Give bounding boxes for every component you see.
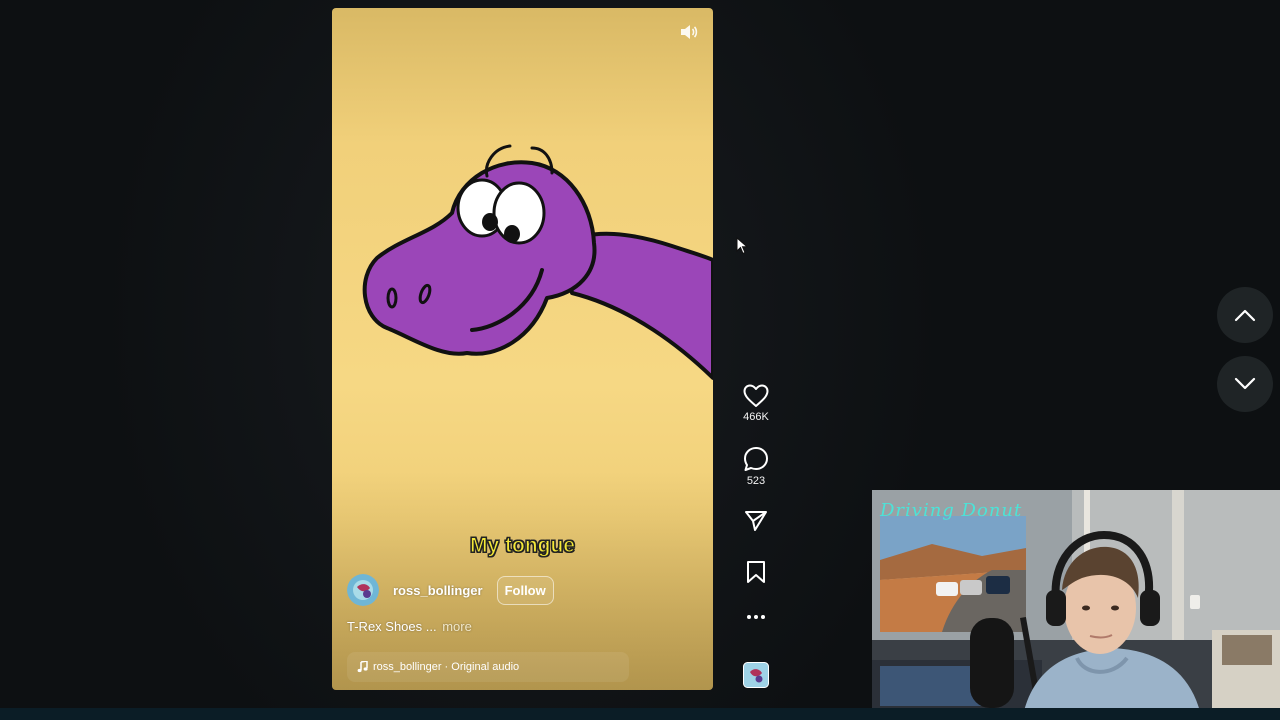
bottom-strip bbox=[0, 708, 1280, 720]
bookmark-icon bbox=[747, 561, 765, 583]
webcam-overlay-title: Driving Donut bbox=[880, 500, 1023, 521]
mouse-cursor bbox=[736, 237, 748, 255]
audio-thumbnail[interactable] bbox=[732, 662, 780, 688]
chevron-down-icon bbox=[1234, 377, 1256, 390]
like-count: 466K bbox=[743, 411, 769, 423]
volume-icon bbox=[681, 25, 698, 39]
video-frame-dinosaur bbox=[362, 144, 713, 380]
like-button[interactable]: 466K bbox=[732, 384, 780, 423]
more-icon bbox=[747, 615, 765, 619]
video-caption: My tongue bbox=[470, 534, 576, 558]
share-button[interactable] bbox=[732, 510, 780, 532]
more-options-button[interactable] bbox=[732, 614, 780, 620]
save-button[interactable] bbox=[732, 560, 780, 584]
streamer-webcam-overlay: Driving Donut bbox=[872, 490, 1280, 720]
reel-description: T-Rex Shoes ... more bbox=[347, 619, 698, 634]
reel-meta: ross_bollinger Follow T-Rex Shoes ... mo… bbox=[347, 574, 698, 634]
webcam-scene bbox=[872, 490, 1280, 720]
audio-text: ross_bollinger · Original audio bbox=[373, 661, 520, 673]
music-note-icon bbox=[357, 661, 368, 673]
previous-reel-button[interactable] bbox=[1217, 287, 1273, 343]
share-icon bbox=[745, 511, 767, 531]
comment-button[interactable]: 523 bbox=[732, 446, 780, 487]
reel-video[interactable]: My tongue ross_bollinger Follow T-Rex Sh… bbox=[332, 8, 713, 690]
chevron-up-icon bbox=[1234, 309, 1256, 322]
more-link[interactable]: more bbox=[442, 619, 472, 634]
description-text: T-Rex Shoes ... bbox=[347, 619, 437, 634]
heart-icon bbox=[743, 384, 769, 407]
comment-icon bbox=[744, 447, 768, 471]
author-username[interactable]: ross_bollinger bbox=[393, 583, 483, 598]
author-row: ross_bollinger Follow bbox=[347, 574, 698, 606]
mute-toggle-button[interactable] bbox=[677, 20, 701, 44]
audio-link[interactable]: ross_bollinger · Original audio bbox=[347, 652, 629, 682]
next-reel-button[interactable] bbox=[1217, 356, 1273, 412]
author-avatar[interactable] bbox=[347, 574, 379, 606]
follow-button[interactable]: Follow bbox=[496, 575, 554, 605]
comment-count: 523 bbox=[746, 475, 766, 487]
